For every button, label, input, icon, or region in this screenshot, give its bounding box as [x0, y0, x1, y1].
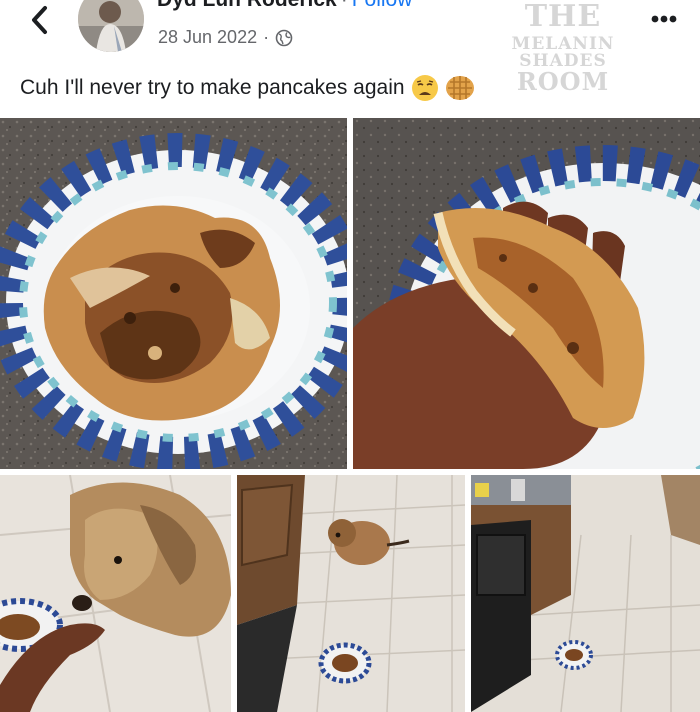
post-date[interactable]: 28 Jun 2022 — [158, 27, 257, 48]
post-header: Dyd Luh Roderick · Follow 28 Jun 2022 · TH… — [0, 0, 700, 118]
photo-dog-on-kitchen-floor-with-plate[interactable] — [237, 475, 465, 712]
back-button[interactable] — [20, 0, 60, 40]
watermark: THE MELANIN SHADES ROOM — [488, 2, 638, 118]
watermark-line-4: ROOM — [516, 67, 610, 96]
follow-button[interactable]: Follow — [352, 0, 413, 11]
more-options-button[interactable] — [642, 4, 686, 34]
chevron-left-icon — [32, 6, 47, 34]
watermark-line-1: THE — [524, 0, 602, 34]
post-caption: Cuh I'll never try to make pancakes agai… — [20, 74, 475, 102]
more-options-icon — [651, 15, 677, 23]
weary-face-emoji-icon — [411, 75, 438, 101]
author-line: Dyd Luh Roderick · Follow — [157, 0, 412, 12]
photo-dog-sniffing-pancake[interactable] — [0, 475, 231, 712]
globe-icon — [275, 29, 293, 46]
date-separator: · — [263, 27, 270, 47]
waffle-emoji-icon — [445, 76, 474, 100]
photo-burnt-pancakes-on-plate[interactable] — [0, 118, 347, 469]
photo-hand-holding-pancake[interactable] — [353, 118, 700, 469]
avatar[interactable] — [78, 0, 144, 52]
photo-kitchen-floor-with-plate[interactable] — [471, 475, 700, 712]
name-separator: · — [341, 0, 348, 11]
author-name[interactable]: Dyd Luh Roderick — [157, 0, 337, 11]
caption-text: Cuh I'll never try to make pancakes agai… — [20, 76, 405, 99]
post-meta: 28 Jun 2022 · — [158, 27, 293, 48]
